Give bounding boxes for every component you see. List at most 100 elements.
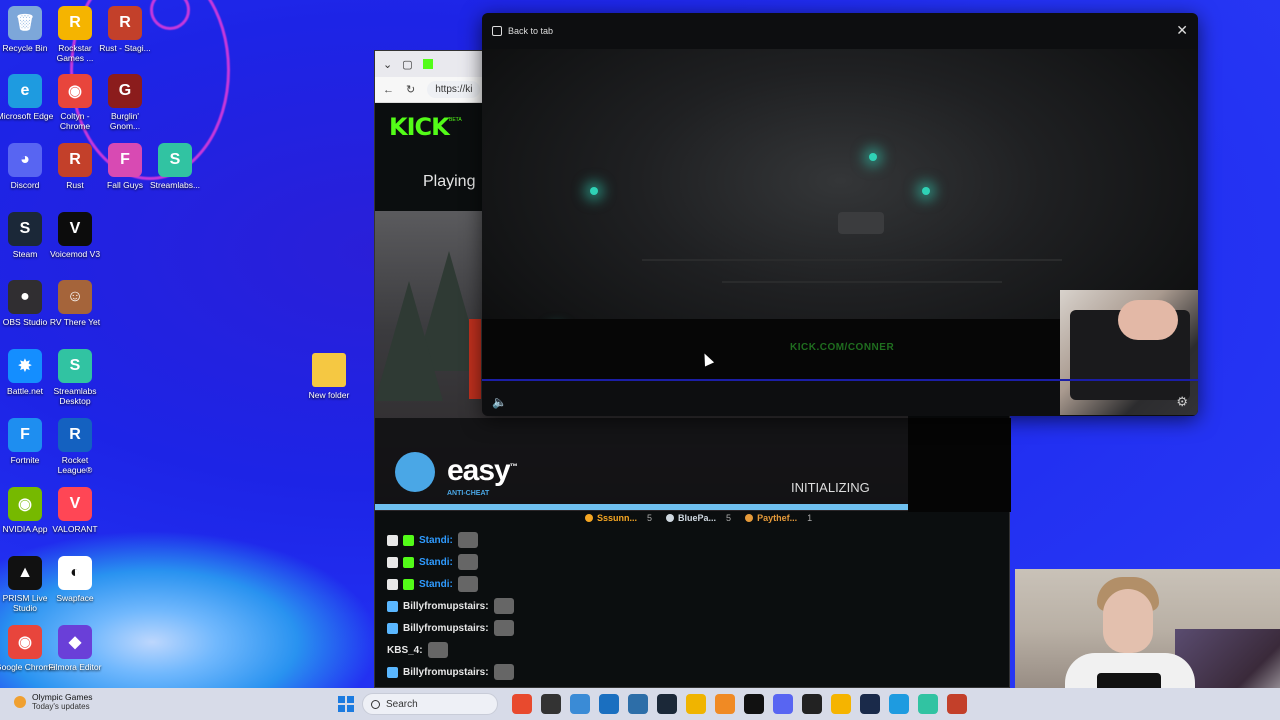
desktop-icon-label: VALORANT [52, 524, 98, 534]
desktop-icon[interactable]: G Burglin' Gnom... [95, 74, 155, 131]
tab-placeholder-icon[interactable]: ▢ [402, 58, 412, 71]
app-icon: V [58, 487, 92, 521]
desktop-icon-label: Rust - Stagi... [99, 43, 151, 53]
desktop-icon[interactable]: ◐ Swapface [45, 556, 105, 603]
app-icon: ● [8, 280, 42, 314]
easy-logo-text: easy™ [447, 454, 518, 487]
taskbar-app-icon[interactable] [918, 694, 938, 714]
gifter-name: Sssunn... [597, 513, 638, 523]
back-arrow-icon[interactable]: ← [383, 84, 394, 96]
taskbar-app-icon[interactable] [802, 694, 822, 714]
taskbar-app-icon[interactable] [947, 694, 967, 714]
app-icon: ◉ [8, 625, 42, 659]
app-icon: ◉ [58, 74, 92, 108]
volume-icon[interactable]: 🔈 [492, 395, 507, 409]
taskbar-app-icon[interactable] [744, 694, 764, 714]
pip-video-frame[interactable] [482, 49, 1198, 415]
chat-username[interactable]: Billyfromupstairs: [403, 623, 489, 634]
desktop-icon[interactable]: R Rocket League® [45, 418, 105, 475]
right-dark-panel [908, 418, 1011, 512]
app-icon: G [108, 74, 142, 108]
taskbar-app-icon[interactable] [512, 694, 532, 714]
desktop-icon-new-folder[interactable]: New folder [299, 353, 359, 400]
top-gifters-bar: Sssunn... 5 BluePa... 5 Paythef... 1 [585, 513, 812, 523]
taskbar-app-icon[interactable] [628, 694, 648, 714]
taskbar-app-icon[interactable] [889, 694, 909, 714]
emote-icon [493, 598, 514, 614]
close-icon[interactable]: ✕ [1176, 22, 1188, 39]
desktop-icon[interactable]: S Streamlabs Desktop [45, 349, 105, 406]
app-icon: ◆ [58, 625, 92, 659]
desktop-icon-label: Rocket League® [57, 455, 93, 475]
chat-username[interactable]: Billyfromupstairs: [403, 667, 489, 678]
mod-badge-icon [387, 556, 398, 568]
reload-icon[interactable]: ↻ [406, 83, 415, 96]
taskbar-app-icon[interactable] [831, 694, 851, 714]
windows-logo-icon [338, 696, 345, 703]
desktop-icon[interactable]: V Voicemod V3 [45, 212, 105, 259]
chat-username[interactable]: Standi: [419, 557, 453, 568]
back-to-tab-button[interactable]: Back to tab [508, 26, 553, 36]
app-icon: R [108, 6, 142, 40]
pip-player[interactable]: Back to tab ✕ KICK.COM/CONNER 🔈 ⚙ [482, 13, 1198, 416]
taskbar-app-icon[interactable] [773, 694, 793, 714]
kick-tab-icon[interactable] [422, 59, 433, 69]
chat-message[interactable]: Billyfromupstairs: [387, 617, 987, 639]
taskbar-app-icon[interactable] [860, 694, 880, 714]
chat-message[interactable]: Billyfromupstairs: [387, 595, 987, 617]
emote-icon [493, 620, 514, 636]
verified-badge-icon [387, 666, 398, 678]
chat-message[interactable]: Standi: [387, 551, 987, 573]
face [1103, 589, 1153, 653]
taskbar-app-icon[interactable] [570, 694, 590, 714]
app-icon: 🗑 [8, 6, 42, 40]
gifter-name: Paythef... [757, 513, 798, 523]
gift-icon [745, 514, 754, 522]
taskbar-search[interactable]: Search [362, 693, 498, 715]
gifter-item[interactable]: Sssunn... 5 [585, 513, 652, 523]
taskbar-app-icon[interactable] [715, 694, 735, 714]
desktop-icon[interactable]: ◆ Filmora Editor [45, 625, 105, 672]
url-field[interactable]: https://ki [427, 81, 481, 98]
gifter-item[interactable]: Paythef... 1 [745, 513, 812, 523]
sub-badge-icon [403, 556, 414, 568]
chat-message[interactable]: Standi: [387, 573, 987, 595]
desktop-icon[interactable]: V VALORANT [45, 487, 105, 534]
kick-beta-badge: BETA [449, 117, 462, 123]
taskbar-app-icon[interactable] [541, 694, 561, 714]
kick-logo[interactable]: KICK [389, 113, 450, 141]
desktop-icon[interactable]: ☺ RV There Yet [45, 280, 105, 327]
chat-username[interactable]: Billyfromupstairs: [403, 601, 489, 612]
chat-message[interactable]: Billyfromupstairs: [387, 661, 987, 683]
chat-username[interactable]: Standi: [419, 535, 453, 546]
desktop-icon-label: New folder [308, 390, 350, 400]
road-marking [722, 281, 1002, 283]
easy-anticheat-logo-icon [395, 452, 435, 492]
dashboard-blue-line [482, 379, 1198, 381]
desktop-icon[interactable]: S Streamlabs... [145, 143, 205, 190]
app-icon: ☺ [58, 280, 92, 314]
emote-icon [457, 554, 478, 570]
chat-username[interactable]: KBS_4: [387, 645, 423, 656]
taskbar-app-icon[interactable] [599, 694, 619, 714]
chat-message[interactable]: KBS_4: [387, 639, 987, 661]
folder-icon [312, 353, 346, 387]
hand [1118, 300, 1178, 340]
taskbar-app-icon[interactable] [657, 694, 677, 714]
gear-icon[interactable]: ⚙ [1176, 394, 1188, 410]
desktop-icon-label: Filmora Editor [48, 662, 102, 672]
chat-username[interactable]: Standi: [419, 579, 453, 590]
app-icon: R [58, 143, 92, 177]
windows-logo-icon [347, 696, 354, 703]
app-icon: R [58, 6, 92, 40]
open-in-tab-icon[interactable] [492, 26, 502, 36]
chat-message[interactable]: Standi: [387, 529, 987, 551]
taskbar-app-icon[interactable] [686, 694, 706, 714]
desktop-icon[interactable]: R Rust - Stagi... [95, 6, 155, 53]
start-button[interactable] [338, 696, 354, 712]
taskbar-widget[interactable]: Olympic Games Today's updates [14, 692, 92, 712]
chevron-down-icon[interactable]: ⌄ [383, 58, 392, 71]
gift-icon [585, 514, 593, 522]
desktop-icon-label: Burglin' Gnom... [109, 111, 141, 131]
gifter-item[interactable]: BluePa... 5 [666, 513, 731, 523]
